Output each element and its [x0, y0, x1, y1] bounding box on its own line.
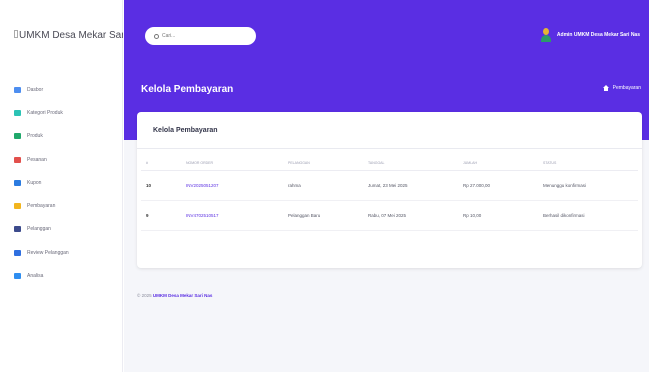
sidebar-item-analisa[interactable]: Analisa: [14, 264, 69, 287]
order-link[interactable]: INV4702510517: [181, 200, 283, 231]
search-input[interactable]: [162, 33, 242, 39]
sidebar-item-label: Analisa: [27, 273, 44, 280]
footer: © 2025 UMKM Desa Mekar Sari Nas: [137, 293, 212, 298]
table-row[interactable]: 9 INV4702510517 Pelanggan Baru Rabu, 07 …: [141, 200, 638, 231]
avatar-head: [542, 28, 549, 35]
footer-copyright: © 2025: [137, 293, 152, 298]
ticket-icon: [14, 179, 21, 186]
avatar: [540, 28, 551, 42]
star-icon: [14, 249, 21, 256]
footer-link[interactable]: UMKM Desa Mekar Sari Nas: [153, 293, 213, 298]
dashboard-icon: [14, 86, 21, 93]
column-header-number: #: [141, 156, 181, 171]
payments-card: Kelola Pembayaran # Nomor Order Pelangga…: [137, 112, 642, 268]
user-name: Admin UMKM Desa Mekar Sari Nas: [556, 32, 640, 38]
top-navbar: Admin UMKM Desa Mekar Sari Nas: [124, 0, 649, 68]
order-link[interactable]: INV2025051207: [181, 170, 283, 201]
sidebar-item-produk[interactable]: Produk: [14, 125, 69, 148]
sidebar-item-label: Pelanggan: [27, 226, 51, 233]
sidebar-item-pembayaran[interactable]: Pembayaran: [14, 194, 69, 217]
sidebar-item-label: Kategori Produk: [27, 109, 63, 116]
cell-date: Rabu, 07 Mei 2025: [363, 200, 458, 231]
brand-name: UMKM Desa Mekar Sari: [19, 30, 123, 41]
sidebar-item-label: Pesanan: [27, 156, 47, 163]
cart-icon: [14, 156, 21, 163]
users-icon: [14, 226, 21, 233]
broken-image-icon: [14, 30, 18, 38]
cell-status: Menunggu konfirmasi: [538, 170, 638, 201]
tags-icon: [14, 109, 21, 116]
cell-customer: rahma: [283, 170, 363, 201]
cell-amount: Rp 10,00: [458, 200, 538, 231]
sidebar-item-label: Dasbor: [27, 86, 44, 93]
cell-number: 10: [141, 170, 181, 201]
table-header-row: # Nomor Order Pelanggan Tanggal Jumlah S…: [141, 156, 638, 171]
cell-number: 9: [141, 200, 181, 231]
sidebar-item-pelanggan[interactable]: Pelanggan: [14, 218, 69, 241]
user-menu[interactable]: Admin UMKM Desa Mekar Sari Nas: [540, 28, 640, 42]
box-icon: [14, 133, 21, 140]
sidebar-item-dasbor[interactable]: Dasbor: [14, 78, 69, 101]
table-row[interactable]: 10 INV2025051207 rahma Jumat, 23 Mei 202…: [141, 170, 638, 201]
page-title: Kelola Pembayaran: [141, 84, 234, 95]
card-title: Kelola Pembayaran: [153, 127, 218, 134]
column-header-status: Status: [538, 156, 638, 171]
column-header-customer: Pelanggan: [283, 156, 363, 171]
divider: [137, 148, 642, 149]
avatar-body: [540, 35, 551, 42]
breadcrumb-current: Pembayaran: [612, 85, 641, 91]
sidebar-item-label: Kupon: [27, 179, 42, 186]
sidebar: UMKM Desa Mekar Sari Dasbor Kategori Pro…: [0, 0, 123, 372]
column-header-amount: Jumlah: [458, 156, 538, 171]
breadcrumb: Pembayaran: [602, 85, 641, 91]
column-header-order: Nomor Order: [181, 156, 283, 171]
cell-customer: Pelanggan Baru: [283, 200, 363, 231]
brand-logo[interactable]: UMKM Desa Mekar Sari: [14, 30, 123, 41]
payments-table: # Nomor Order Pelanggan Tanggal Jumlah S…: [141, 156, 638, 231]
sidebar-item-review-pelanggan[interactable]: Review Pelanggan: [14, 241, 69, 264]
wallet-icon: [14, 203, 21, 210]
sidebar-item-label: Review Pelanggan: [27, 249, 69, 256]
sidebar-item-label: Pembayaran: [27, 203, 56, 210]
sidebar-item-label: Produk: [27, 133, 43, 140]
cell-status: Berhasil dikonfirmasi: [538, 200, 638, 231]
column-header-date: Tanggal: [363, 156, 458, 171]
sidebar-item-kategori-produk[interactable]: Kategori Produk: [14, 101, 69, 124]
search-box[interactable]: [145, 27, 256, 45]
search-icon: [154, 33, 159, 39]
sidebar-nav: Dasbor Kategori Produk Produk Pesanan Ku…: [14, 78, 69, 288]
sidebar-item-pesanan[interactable]: Pesanan: [14, 148, 69, 171]
home-icon[interactable]: [602, 85, 609, 91]
cell-amount: Rp 27.000,00: [458, 170, 538, 201]
sidebar-item-kupon[interactable]: Kupon: [14, 171, 69, 194]
cell-date: Jumat, 23 Mei 2025: [363, 170, 458, 201]
chart-icon: [14, 273, 21, 280]
